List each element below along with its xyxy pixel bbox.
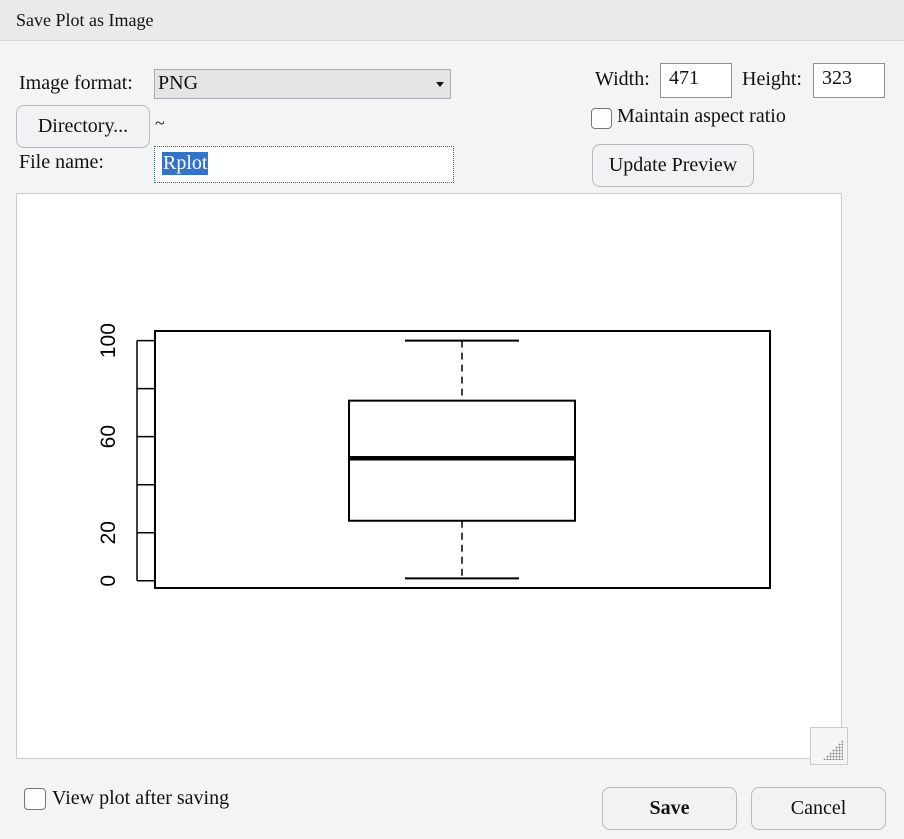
y-tick-label: 60: [97, 425, 120, 448]
maintain-aspect-checkbox[interactable]: [591, 108, 612, 129]
cancel-button[interactable]: Cancel: [751, 787, 886, 830]
image-format-select[interactable]: PNG: [154, 69, 451, 99]
maintain-aspect-label: Maintain aspect ratio: [617, 105, 786, 127]
iqr-box: [348, 399, 576, 522]
width-value: 471: [669, 67, 699, 89]
dialog-titlebar: Save Plot as Image: [0, 0, 904, 41]
resize-grip-icon[interactable]: [810, 727, 848, 765]
plot-preview: 0 20 60 100: [16, 193, 842, 759]
width-label: Width:: [595, 68, 650, 90]
width-input[interactable]: 471: [660, 63, 732, 98]
file-name-value: Rplot: [162, 152, 209, 175]
image-format-value: PNG: [158, 72, 199, 94]
y-tick-label: 100: [97, 323, 120, 358]
height-label: Height:: [742, 68, 802, 90]
height-input[interactable]: 323: [813, 63, 885, 98]
chevron-down-icon: [436, 82, 444, 87]
height-value: 323: [822, 67, 852, 89]
update-preview-button[interactable]: Update Preview: [592, 144, 754, 187]
y-tick-label: 20: [97, 521, 120, 544]
save-button[interactable]: Save: [602, 787, 737, 830]
boxplot-chart: 0 20 60 100: [97, 323, 771, 589]
directory-button[interactable]: Directory...: [16, 105, 150, 148]
y-tick-label: 0: [97, 575, 120, 587]
dialog-title: Save Plot as Image: [16, 10, 154, 30]
image-format-label: Image format:: [19, 72, 133, 94]
file-name-label: File name:: [19, 151, 104, 173]
directory-path: ~: [155, 113, 165, 133]
view-after-saving-checkbox[interactable]: [24, 788, 46, 810]
file-name-input[interactable]: Rplot: [154, 146, 454, 183]
view-after-saving-label: View plot after saving: [52, 787, 230, 809]
